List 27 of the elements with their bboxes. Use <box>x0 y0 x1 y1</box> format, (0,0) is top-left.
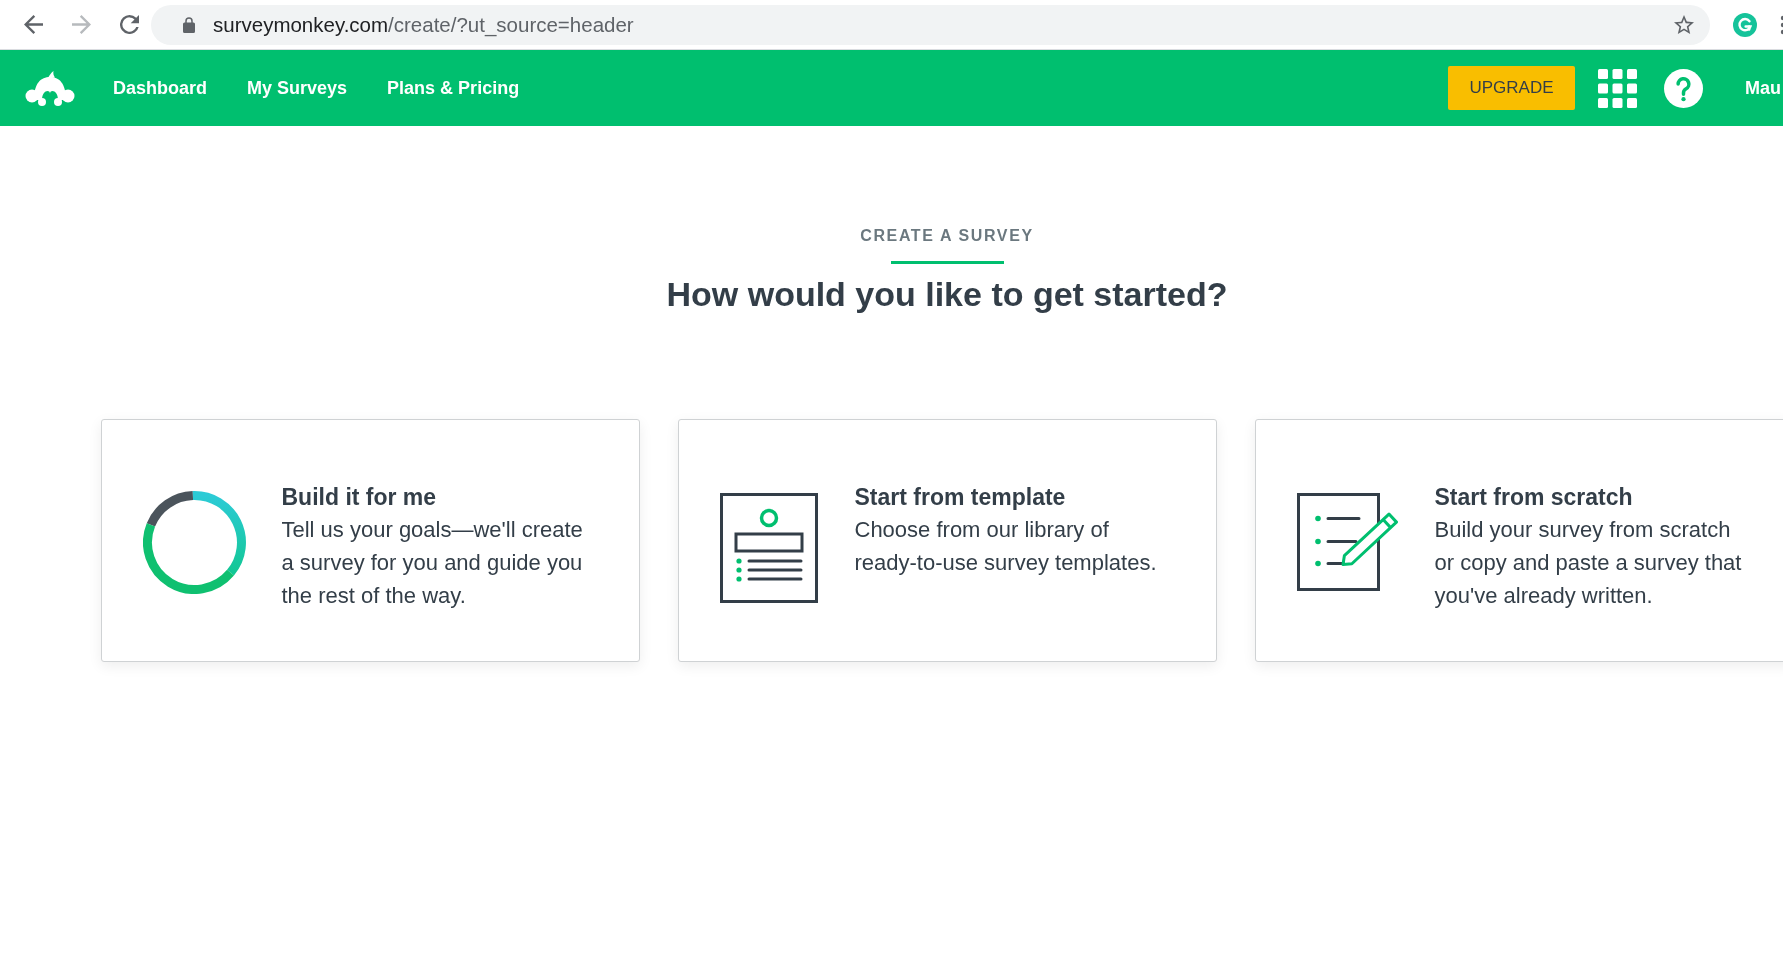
ring-icon <box>142 491 246 594</box>
url-text: surveymonkey.com/create/?ut_source=header <box>213 12 634 37</box>
lock-icon <box>183 16 195 33</box>
form-document-icon <box>719 493 818 603</box>
option-title: Build it for me <box>281 483 438 511</box>
arrow-right-icon <box>71 15 91 34</box>
option-card[interactable]: Start from template Choose from our library of ready-to-use survey templates. <box>677 419 1217 662</box>
help-icon[interactable] <box>1664 68 1703 108</box>
option-card[interactable]: Build it for me Tell us your goals—we'll create a survey for you and guide you the rest of the way. <box>100 419 640 662</box>
option-description: Choose from our library of ready-to-use survey templates. <box>854 516 1158 577</box>
option-description: Tell us your goals—we'll create a survey for you and guide you the rest of the way. <box>281 516 584 610</box>
page-heading: How would you like to get started? <box>666 274 1228 314</box>
option-title: Start from template <box>854 483 1067 511</box>
upgrade-button[interactable]: UPGRADE <box>1448 66 1575 110</box>
option-description: Build your survey from scratch or copy and paste a survey that you've already written. <box>1434 516 1743 610</box>
logo-icon[interactable] <box>25 69 75 107</box>
address-bar[interactable]: surveymonkey.com/create/?ut_source=header <box>151 4 1710 45</box>
option-title: Start from scratch <box>1434 483 1634 511</box>
document-pencil-icon <box>1296 493 1398 592</box>
arrow-left-icon <box>23 15 43 34</box>
star-icon[interactable] <box>1674 15 1694 34</box>
section-label: CREATE A SURVEY <box>860 226 1034 246</box>
reload-icon <box>119 15 139 34</box>
extension-g-icon[interactable] <box>1733 12 1757 37</box>
app-grid-icon[interactable] <box>1598 68 1637 108</box>
menu-icon[interactable] <box>1779 14 1783 35</box>
option-card[interactable]: Start from scratch Build your survey from scratch or copy and paste a survey that you've already written. <box>1254 419 1783 662</box>
